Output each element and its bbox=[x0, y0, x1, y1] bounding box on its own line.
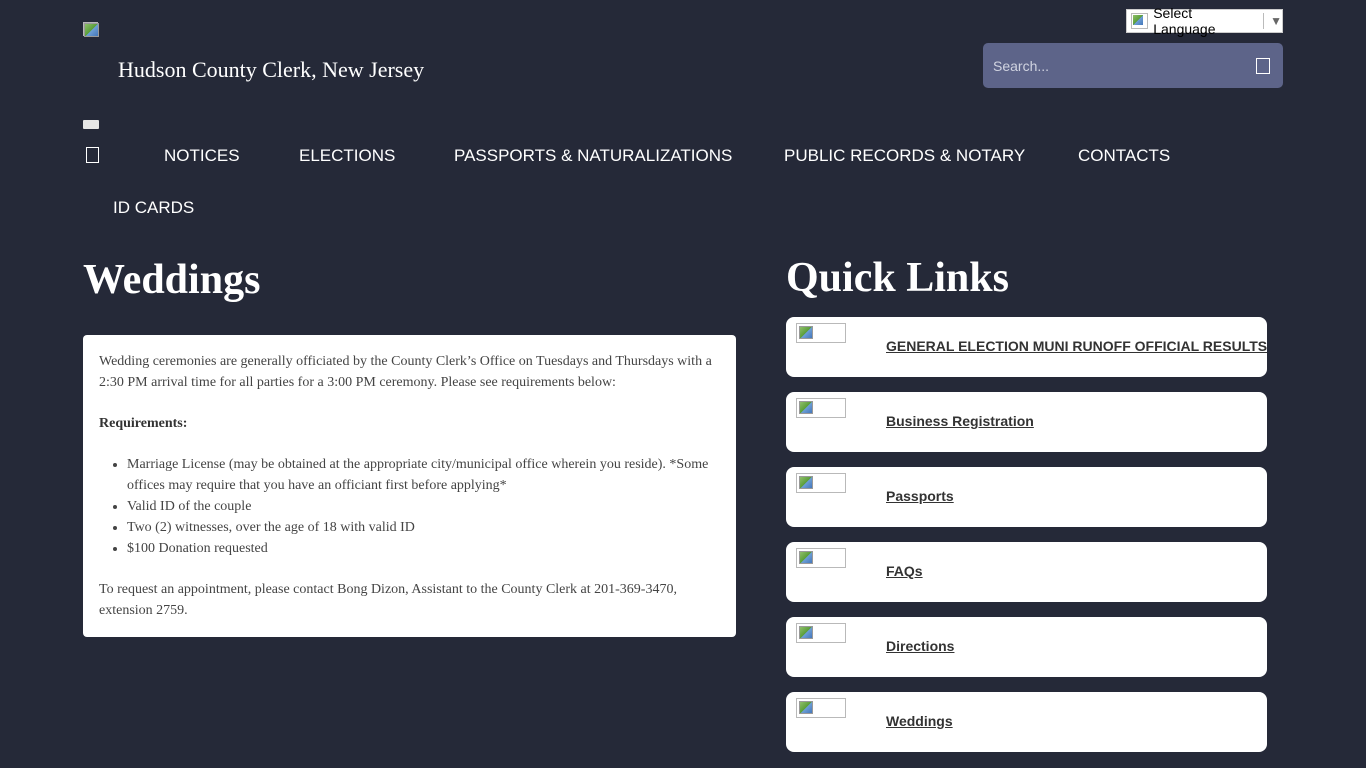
list-item: Marriage License (may be obtained at the… bbox=[127, 454, 720, 496]
quick-link-passports[interactable]: Passports bbox=[886, 488, 954, 504]
quick-link-image bbox=[796, 548, 846, 568]
quick-link-faqs[interactable]: FAQs bbox=[886, 563, 923, 579]
language-divider bbox=[1263, 13, 1265, 29]
quick-link-card[interactable]: GENERAL ELECTION MUNI RUNOFF OFFICIAL RE… bbox=[786, 317, 1267, 377]
nav-item-id-cards[interactable]: ID CARDS bbox=[113, 198, 194, 218]
nav-image bbox=[83, 120, 99, 129]
quick-link-general-election[interactable]: GENERAL ELECTION MUNI RUNOFF OFFICIAL RE… bbox=[886, 338, 1267, 354]
quick-link-image bbox=[796, 473, 846, 493]
content-card: Wedding ceremonies are generally officia… bbox=[83, 335, 736, 637]
site-title[interactable]: Hudson County Clerk, New Jersey bbox=[118, 57, 424, 83]
nav-item-public-records-notary[interactable]: PUBLIC RECORDS & NOTARY bbox=[784, 146, 1025, 166]
quick-link-card[interactable]: FAQs bbox=[786, 542, 1267, 602]
quick-link-image bbox=[796, 698, 846, 718]
quick-link-card[interactable]: Directions bbox=[786, 617, 1267, 677]
logo-image[interactable] bbox=[83, 22, 99, 37]
quick-link-business-registration[interactable]: Business Registration bbox=[886, 413, 1034, 429]
language-select-label: Select Language bbox=[1153, 5, 1216, 37]
list-item: Valid ID of the couple bbox=[127, 496, 720, 517]
quick-link-image bbox=[796, 623, 846, 643]
language-select[interactable]: Select Language ▼ bbox=[1126, 5, 1283, 37]
page-title: Weddings bbox=[83, 257, 261, 303]
search-icon[interactable] bbox=[1256, 57, 1270, 74]
list-item: Two (2) witnesses, over the age of 18 wi… bbox=[127, 517, 720, 538]
quick-link-card[interactable]: Business Registration bbox=[786, 392, 1267, 452]
quick-link-card[interactable]: Weddings bbox=[786, 692, 1267, 752]
google-translate-icon bbox=[1131, 13, 1149, 29]
intro-text: Wedding ceremonies are generally officia… bbox=[99, 354, 712, 390]
home-icon[interactable] bbox=[86, 147, 99, 163]
contact-text: To request an appointment, please contac… bbox=[99, 582, 677, 618]
list-item: $100 Donation requested bbox=[127, 538, 720, 559]
quick-link-image bbox=[796, 323, 846, 343]
chevron-down-icon: ▼ bbox=[1270, 14, 1282, 28]
quick-links-title: Quick Links bbox=[786, 255, 1009, 301]
quick-link-card[interactable]: Passports bbox=[786, 467, 1267, 527]
nav-item-notices[interactable]: NOTICES bbox=[164, 146, 240, 166]
search-input[interactable] bbox=[983, 43, 1256, 88]
requirements-list: Marriage License (may be obtained at the… bbox=[127, 454, 720, 559]
quick-link-weddings[interactable]: Weddings bbox=[886, 713, 953, 729]
quick-link-directions[interactable]: Directions bbox=[886, 638, 954, 654]
nav-item-passports-naturalizations[interactable]: PASSPORTS & NATURALIZATIONS bbox=[454, 146, 732, 166]
quick-link-image bbox=[796, 398, 846, 418]
nav-item-contacts[interactable]: CONTACTS bbox=[1078, 146, 1170, 166]
nav-item-elections[interactable]: ELECTIONS bbox=[299, 146, 395, 166]
requirements-heading: Requirements: bbox=[99, 416, 188, 431]
search-bar bbox=[983, 43, 1283, 88]
